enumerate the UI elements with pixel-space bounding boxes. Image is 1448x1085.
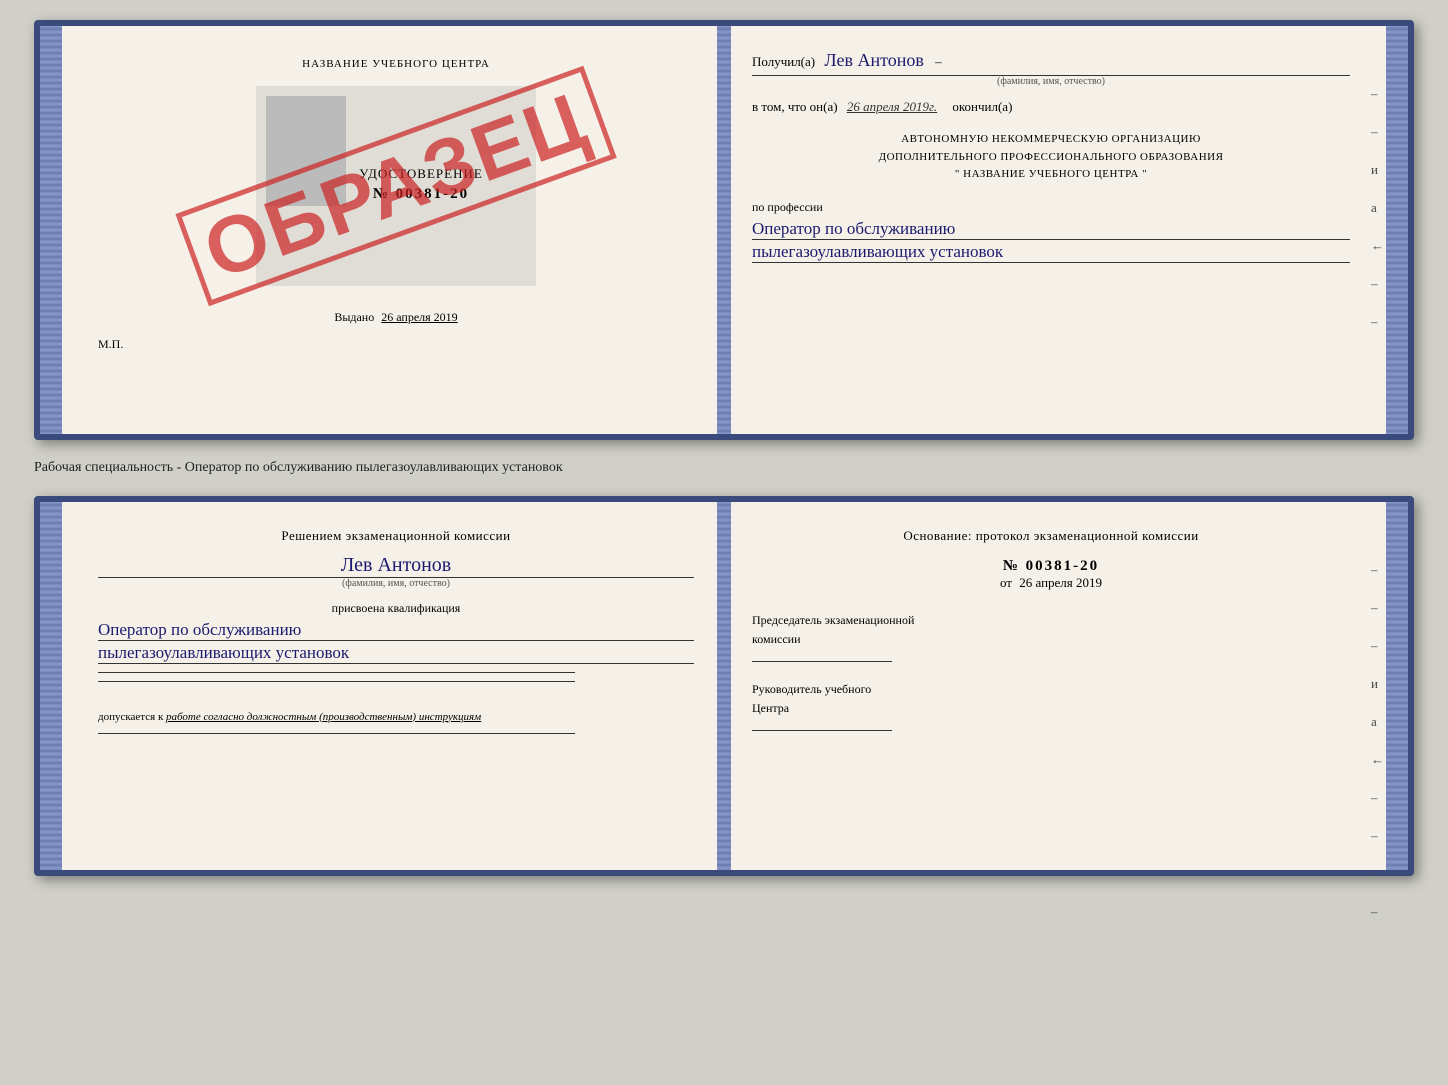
issued-date: 26 апреля 2019 xyxy=(381,310,457,324)
protocol-date: от 26 апреля 2019 xyxy=(752,575,1350,591)
profession-line1: Оператор по обслуживанию xyxy=(752,219,1350,240)
allow-label: допускается к работе согласно должностны… xyxy=(98,710,694,725)
book-spine-bottom xyxy=(717,502,731,870)
profession-label: по профессии xyxy=(752,200,1350,215)
date-line: в том, что он(а) 26 апреля 2019г. окончи… xyxy=(752,99,1350,115)
bottom-left-page: Решением экзаменационной комиссии Лев Ан… xyxy=(40,502,724,870)
issued-line: Выдано 26 апреля 2019 xyxy=(98,310,694,325)
fio-label-top: (фамилия, имя, отчество) xyxy=(752,75,1350,87)
allow-text: работе согласно должностным (производств… xyxy=(166,711,481,723)
profession-line2: пылегазоулавливающих установок xyxy=(752,242,1350,263)
photo-placeholder xyxy=(266,96,346,206)
cert-label: УДОСТОВЕРЕНИЕ xyxy=(359,166,483,182)
received-line: Получил(а) Лев Антонов – xyxy=(752,50,1350,71)
org-block: АВТОНОМНУЮ НЕКОММЕРЧЕСКУЮ ОРГАНИЗАЦИЮ ДО… xyxy=(752,131,1350,184)
mp-label: М.П. xyxy=(98,337,694,352)
qual-line1: Оператор по обслуживанию xyxy=(98,620,694,641)
protocol-number: № 00381-20 xyxy=(752,558,1350,575)
book-spine-top xyxy=(717,26,731,434)
qual-line2: пылегазоулавливающих установок xyxy=(98,643,694,664)
commission-text: Решением экзаменационной комиссии xyxy=(98,526,694,546)
bottom-right-page: Основание: протокол экзаменационной коми… xyxy=(724,502,1408,870)
right-binding-texture-top xyxy=(1386,26,1408,434)
fio-block-bottom: Лев Антонов (фамилия, имя, отчество) xyxy=(98,554,694,589)
top-certificate: НАЗВАНИЕ УЧЕБНОГО ЦЕНТРА УДОСТОВЕРЕНИЕ №… xyxy=(34,20,1414,440)
cert-number: № 00381-20 xyxy=(359,186,483,203)
side-marks-bottom: – – – и а ← – – – – xyxy=(1371,562,1384,920)
school-name-top: НАЗВАНИЕ УЧЕБНОГО ЦЕНТРА xyxy=(98,58,694,70)
recipient-name-top: Лев Антонов xyxy=(824,50,923,70)
protocol-date-value: 26 апреля 2019 xyxy=(1019,575,1102,590)
fio-label-bottom: (фамилия, имя, отчество) xyxy=(98,577,694,589)
chairman-signature-line xyxy=(752,661,892,662)
chairman-block: Председатель экзаменационной комиссии xyxy=(752,611,1350,669)
recipient-name-bottom: Лев Антонов xyxy=(98,554,694,577)
top-left-page: НАЗВАНИЕ УЧЕБНОГО ЦЕНТРА УДОСТОВЕРЕНИЕ №… xyxy=(40,26,724,434)
bottom-certificate: Решением экзаменационной комиссии Лев Ан… xyxy=(34,496,1414,876)
middle-specialty-label: Рабочая специальность - Оператор по обсл… xyxy=(34,456,1414,480)
basis-text: Основание: протокол экзаменационной коми… xyxy=(752,526,1350,546)
qual-assigned-label: присвоена квалификация xyxy=(98,601,694,616)
top-right-page: Получил(а) Лев Антонов – (фамилия, имя, … xyxy=(724,26,1408,434)
director-block: Руководитель учебного Центра xyxy=(752,680,1350,738)
director-signature-line xyxy=(752,730,892,731)
right-binding-texture-bottom xyxy=(1386,502,1408,870)
side-marks-top: – – и а ← – – xyxy=(1371,86,1384,330)
cert-date: 26 апреля 2019г. xyxy=(847,99,937,114)
